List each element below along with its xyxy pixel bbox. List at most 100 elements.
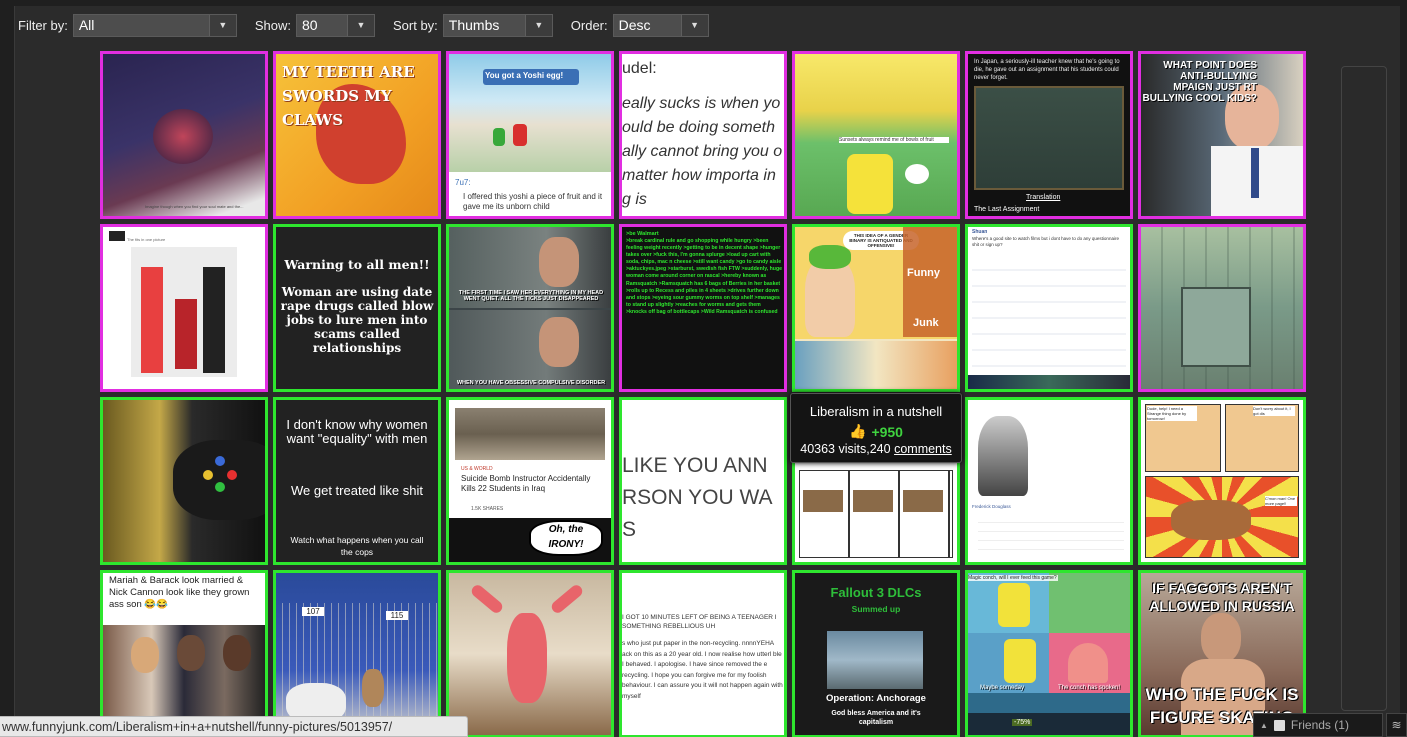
tile-sub: 7u7: xyxy=(455,178,471,187)
tile-text: C'mon man! One more page!! xyxy=(1265,496,1297,506)
thumbnail-tile[interactable] xyxy=(100,397,268,565)
tile-caption: LIKE YOU ANN RSON YOU WA S xyxy=(622,454,772,541)
tile-caption: Warning to all men!! xyxy=(284,257,430,272)
thumbnail-image: 107 115 xyxy=(276,573,438,735)
tile-caption: MY TEETH ARE SWORDS MY CLAWS xyxy=(282,63,415,129)
thumbnail-tile[interactable]: Magic conch, will I ever feed this game?… xyxy=(965,570,1133,737)
show-value: 80 xyxy=(301,17,318,33)
tile-sub: Suicide Bomb Instructor Accidentally Kil… xyxy=(461,474,591,493)
thumbnail-tile[interactable]: Imagine though when you find your soul m… xyxy=(100,51,268,219)
filter-group: Filter by: All ▼ xyxy=(18,13,237,37)
show-select[interactable]: 80 ▼ xyxy=(295,13,375,37)
tile-caption: Frederick Douglass xyxy=(972,504,1011,509)
thumbnail-image: LIKE YOU ANN RSON YOU WA S xyxy=(622,400,784,562)
tile-caption: THE FIRST TIME I SAW HER EVERYTHING IN M… xyxy=(458,290,604,302)
tile-caption: In Japan, a seriously-ill teacher knew t… xyxy=(974,59,1120,81)
tile-caption: I don't know why women want "equality" w… xyxy=(286,417,428,446)
order-label: Order: xyxy=(570,17,608,33)
chevron-down-icon: ▼ xyxy=(524,14,552,36)
tile-caption: Imagine though when you find your soul m… xyxy=(145,204,244,209)
thumbnail-image xyxy=(449,573,611,735)
thumbnail-image: I GOT 10 MINUTES LEFT OF BEING A TEENAGE… xyxy=(622,573,784,735)
thumbnail-tile[interactable]: Frederick Douglass xyxy=(965,397,1133,565)
tile-sub: We get treated like shit xyxy=(291,483,423,498)
thumbnail-image: The fits in one picture xyxy=(103,227,265,389)
thumbnail-tile[interactable]: WHAT POINT DOES ANTI-BULLYING MPAIGN JUS… xyxy=(1138,51,1306,219)
thumbnail-tile[interactable]: The fits in one picture xyxy=(100,224,268,392)
tile-caption: Sunsets always remind me of bowls of fru… xyxy=(839,137,949,143)
filter-label: Filter by: xyxy=(18,17,68,33)
tile-caption: >be Walmart xyxy=(626,231,659,237)
thumbnail-tile[interactable]: IF FAGGOTS AREN'T ALLOWED IN RUSSIA WHO … xyxy=(1138,570,1306,737)
sort-value: Thumbs xyxy=(448,17,500,33)
thumbnail-tile[interactable]: You got a Yoshi egg! 7u7: I offered this… xyxy=(446,51,614,219)
thumbnail-tile[interactable]: Sunsets always remind me of bowls of fru… xyxy=(792,51,960,219)
thumbnail-image: You got a Yoshi egg! 7u7: I offered this… xyxy=(449,54,611,216)
comments-link[interactable]: comments xyxy=(894,442,952,456)
tile-caption: US & WORLD xyxy=(461,466,493,472)
tile-text: Junk xyxy=(913,317,939,329)
thumbnail-image xyxy=(103,400,265,562)
thumbnail-tile[interactable]: LIKE YOU ANN RSON YOU WA S xyxy=(619,397,787,565)
friends-tab[interactable]: ▲ Friends (1) xyxy=(1253,713,1383,737)
chevron-up-icon: ▲ xyxy=(1260,720,1268,730)
thumbnail-tile[interactable]: 107 115 xyxy=(273,570,441,737)
tile-text: 1.5K SHARES xyxy=(471,506,504,512)
thumbnail-image: IF FAGGOTS AREN'T ALLOWED IN RUSSIA WHO … xyxy=(1141,573,1303,735)
scrollbar[interactable] xyxy=(1341,66,1387,711)
thumbnail-tile[interactable] xyxy=(1138,224,1306,392)
tile-caption: The fits in one picture xyxy=(127,237,166,242)
thumbnail-tile[interactable]: I GOT 10 MINUTES LEFT OF BEING A TEENAGE… xyxy=(619,570,787,737)
filter-select[interactable]: All ▼ xyxy=(72,13,237,37)
tile-caption: Fallout 3 DLCs xyxy=(830,585,922,600)
thumbnail-tile[interactable]: I don't know why women want "equality" w… xyxy=(273,397,441,565)
tile-sub: Don't worry about it, I got dis xyxy=(1253,406,1295,416)
thumbnail-tile[interactable]: udel: eally sucks is when yo ould be doi… xyxy=(619,51,787,219)
thumbnail-tile[interactable]: >be Walmart >break cardinal rule and go … xyxy=(619,224,787,392)
thumbnail-image: Magic conch, will I ever feed this game?… xyxy=(968,573,1130,735)
show-group: Show: 80 ▼ xyxy=(255,13,375,37)
thumbnail-image: WHAT POINT DOES ANTI-BULLYING MPAIGN JUS… xyxy=(1141,54,1303,216)
tile-extra: -75% xyxy=(1012,719,1033,726)
thumbnail-tile[interactable]: Fallout 3 DLCs Summed up Operation: Anch… xyxy=(792,570,960,737)
thumbnail-image: Shuan Where's a good site to watch films… xyxy=(968,227,1130,389)
thumbnail-tile[interactable]: MY TEETH ARE SWORDS MY CLAWS xyxy=(273,51,441,219)
chevron-down-icon: ▼ xyxy=(680,14,708,36)
score-value: +950 xyxy=(871,423,903,440)
thumbnail-tile[interactable]: Dude, help! I need a Strange thing done … xyxy=(1138,397,1306,565)
thumbnail-tile[interactable]: THIS IDEA OF A GENDER BINARY IS ANTIQUAT… xyxy=(792,224,960,392)
tile-sub: Maybe someday xyxy=(980,685,1025,691)
thumbnail-image: I don't know why women want "equality" w… xyxy=(276,400,438,562)
thumbnail-tile[interactable]: Mariah & Barack look married & Nick Cann… xyxy=(100,570,268,737)
thumbnail-image: udel: eally sucks is when yo ould be doi… xyxy=(622,54,784,216)
thumbnail-tile[interactable]: Shuan Where's a good site to watch films… xyxy=(965,224,1133,392)
status-bar: www.funnyjunk.com/Liberalism+in+a+nutshe… xyxy=(0,716,468,737)
thumbnail-tile[interactable]: THE FIRST TIME I SAW HER EVERYTHING IN M… xyxy=(446,224,614,392)
filter-bar: Filter by: All ▼ Show: 80 ▼ Sort by: Thu… xyxy=(18,10,727,40)
thumbnail-image: MY TEETH ARE SWORDS MY CLAWS xyxy=(276,54,438,216)
tile-caption: Mariah & Barack look married & Nick Cann… xyxy=(109,575,250,610)
thumbnail-image: Dude, help! I need a Strange thing done … xyxy=(1141,400,1303,562)
tile-text: The conch has spoken! xyxy=(1058,685,1121,691)
thumbnail-tile[interactable]: Warning to all men!! Woman are using dat… xyxy=(273,224,441,392)
menu-icon[interactable]: ≋ xyxy=(1386,713,1407,737)
tooltip-stats: 40363 visits,240 comments xyxy=(791,442,961,456)
filter-value: All xyxy=(78,17,95,33)
tile-caption: You got a Yoshi egg! xyxy=(485,71,564,80)
friends-label: Friends (1) xyxy=(1290,718,1349,732)
sort-group: Sort by: Thumbs ▼ xyxy=(393,13,553,37)
chevron-down-icon: ▼ xyxy=(208,14,236,36)
chevron-down-icon: ▼ xyxy=(346,14,374,36)
page: Filter by: All ▼ Show: 80 ▼ Sort by: Thu… xyxy=(0,0,1407,737)
order-select[interactable]: Desc ▼ xyxy=(612,13,709,37)
thumbnail-tile[interactable]: In Japan, a seriously-ill teacher knew t… xyxy=(965,51,1133,219)
tooltip-title: Liberalism in a nutshell xyxy=(809,404,943,419)
thumbnail-tile[interactable] xyxy=(446,570,614,737)
tile-caption: 107 xyxy=(302,607,324,616)
thumbs-up-icon: 👍 xyxy=(849,423,867,439)
tile-sub: 115 xyxy=(386,611,408,620)
order-value: Desc xyxy=(618,17,651,33)
sort-select[interactable]: Thumbs ▼ xyxy=(442,13,553,37)
thumbnail-image: Sunsets always remind me of bowls of fru… xyxy=(795,54,957,216)
thumbnail-tile[interactable]: US & WORLD Suicide Bomb Instructor Accid… xyxy=(446,397,614,565)
